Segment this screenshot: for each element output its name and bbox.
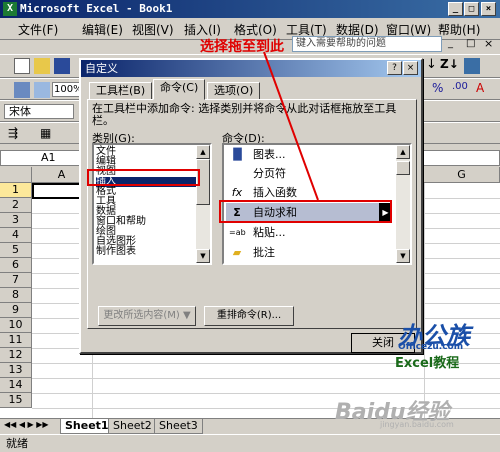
watermark-site: Officezu.com: [398, 342, 464, 352]
annotation-text: 选择拖至到此: [200, 39, 284, 55]
tab-commands[interactable]: 命令(C): [153, 79, 206, 100]
watermark-baidu-url: jingyan.baidu.com: [380, 420, 454, 429]
annotation-arrow: [263, 51, 319, 201]
watermark-tagline: Excel教程: [395, 356, 460, 371]
